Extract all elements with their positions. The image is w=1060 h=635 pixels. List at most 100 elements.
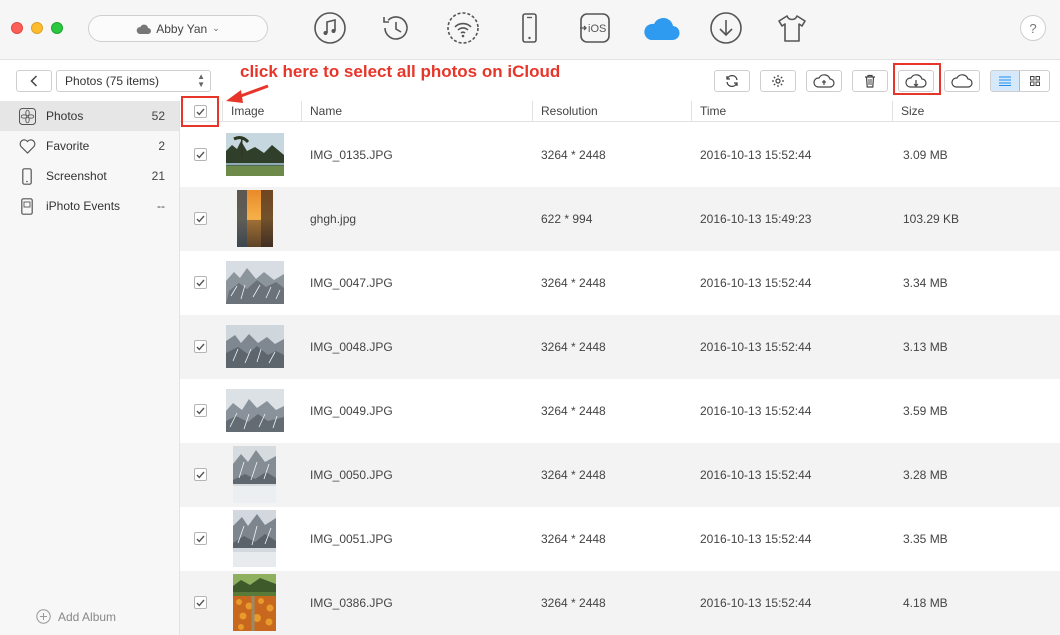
cloud-icon [951,74,973,88]
phone-icon [18,167,36,185]
checkmark-icon [196,151,205,159]
settings-icon [772,75,784,87]
download-icon[interactable] [709,11,743,45]
history-icon[interactable] [379,11,413,45]
row-name: IMG_0135.JPG [310,148,393,162]
sidebar-item-screenshot[interactable]: Screenshot 21 [0,161,179,191]
device-selector[interactable]: Abby Yan ⌄ [88,15,268,42]
table-row[interactable]: ghgh.jpg 622 * 994 2016-10-13 15:49:23 1… [180,187,1060,251]
table-row[interactable]: IMG_0050.JPG 3264 * 2448 2016-10-13 15:5… [180,443,1060,507]
refresh-icon [726,74,738,88]
row-checkbox[interactable] [194,404,207,417]
row-time: 2016-10-13 15:52:44 [700,404,812,418]
photo-thumbnail [226,133,284,176]
table-row[interactable]: IMG_0386.JPG 3264 * 2448 2016-10-13 15:5… [180,571,1060,635]
photo-thumbnail [233,446,276,503]
row-time: 2016-10-13 15:52:44 [700,532,812,546]
help-button[interactable]: ? [1020,15,1046,41]
row-checkbox[interactable] [194,596,207,609]
checkmark-icon [196,407,205,415]
annotation-arrow-icon [226,84,269,103]
table-row[interactable]: IMG_0049.JPG 3264 * 2448 2016-10-13 15:5… [180,379,1060,443]
checkmark-icon [196,471,205,479]
cloud-button[interactable] [944,70,980,92]
row-checkbox[interactable] [194,148,207,161]
sidebar-item-iphoto-events[interactable]: iPhoto Events -- [0,191,179,221]
album-select[interactable]: Photos (75 items) ▲ ▼ [56,70,211,92]
annotation-highlight-select-all [181,96,219,127]
row-checkbox[interactable] [194,276,207,289]
row-name: IMG_0386.JPG [310,596,393,610]
iphoto-icon [18,197,36,215]
row-time: 2016-10-13 15:52:44 [700,276,812,290]
cloud-small-icon [136,24,152,34]
table-row[interactable]: IMG_0047.JPG 3264 * 2448 2016-10-13 15:5… [180,251,1060,315]
tshirt-icon[interactable] [775,11,809,45]
row-checkbox[interactable] [194,468,207,481]
device-icon[interactable] [512,11,546,45]
delete-button[interactable] [852,70,888,92]
row-checkbox[interactable] [194,532,207,545]
grid-view-icon [1029,76,1040,86]
table-row[interactable]: IMG_0135.JPG 3264 * 2448 2016-10-13 15:5… [180,123,1060,187]
back-button[interactable] [16,70,52,92]
row-checkbox[interactable] [194,340,207,353]
wifi-icon[interactable] [446,11,480,45]
chevron-left-icon [30,75,38,87]
photo-thumbnail [233,574,276,631]
checkmark-icon [196,343,205,351]
list-view-icon [999,76,1011,86]
zoom-window-button[interactable] [51,22,63,34]
annotation-text: click here to select all photos on iClou… [240,62,561,81]
upload-to-cloud-button[interactable] [806,70,842,92]
row-size: 3.13 MB [903,340,948,354]
row-time: 2016-10-13 15:52:44 [700,468,812,482]
grid-view-button[interactable] [1020,71,1049,91]
plus-circle-icon [36,609,51,624]
close-window-button[interactable] [11,22,23,34]
row-size: 103.29 KB [903,212,960,226]
list-view-button[interactable] [991,71,1021,91]
sidebar-item-label: Favorite [46,139,90,153]
photo-thumbnail [237,190,273,247]
refresh-button[interactable] [714,70,750,92]
checkmark-icon [196,279,205,287]
photo-table: Image Name Resolution Time Size IMG_0135… [180,101,1060,635]
table-row[interactable]: IMG_0048.JPG 3264 * 2448 2016-10-13 15:5… [180,315,1060,379]
column-header-name[interactable]: Name [301,101,531,122]
column-header-resolution[interactable]: Resolution [532,101,690,122]
sidebar-item-label: iPhoto Events [46,199,121,213]
row-name: IMG_0050.JPG [310,468,393,482]
view-toggle [990,70,1050,92]
column-header-time[interactable]: Time [691,101,891,122]
row-resolution: 3264 * 2448 [541,404,606,418]
sidebar-item-favorite[interactable]: Favorite 2 [0,131,179,161]
settings-button[interactable] [760,70,796,92]
photo-thumbnail [233,510,276,567]
music-icon[interactable] [313,11,347,45]
add-album-label: Add Album [58,609,117,624]
minimize-window-button[interactable] [31,22,43,34]
to-ios-icon[interactable]: iOS [578,11,612,45]
table-row[interactable]: IMG_0051.JPG 3264 * 2448 2016-10-13 15:5… [180,507,1060,571]
row-name: IMG_0051.JPG [310,532,393,546]
row-resolution: 3264 * 2448 [541,596,606,610]
row-time: 2016-10-13 15:49:23 [700,212,812,226]
column-header-size[interactable]: Size [892,101,1060,122]
row-size: 3.59 MB [903,404,948,418]
checkmark-icon [196,535,205,543]
heart-icon [18,137,36,155]
checkmark-icon [196,215,205,223]
album-select-value: Photos (75 items) [65,74,160,88]
sidebar-item-count: 21 [151,169,165,183]
sidebar-item-photos[interactable]: Photos 52 [0,101,179,131]
icloud-icon[interactable] [642,11,680,45]
upload-to-cloud-icon [813,74,835,88]
add-album-button[interactable]: Add Album [36,609,116,624]
row-size: 3.34 MB [903,276,948,290]
title-bar: Abby Yan ⌄ iOS ? [0,0,1060,60]
sidebar-item-count: 2 [158,139,165,153]
row-checkbox[interactable] [194,212,207,225]
annotation-highlight-download-button [893,63,941,95]
row-time: 2016-10-13 15:52:44 [700,148,812,162]
